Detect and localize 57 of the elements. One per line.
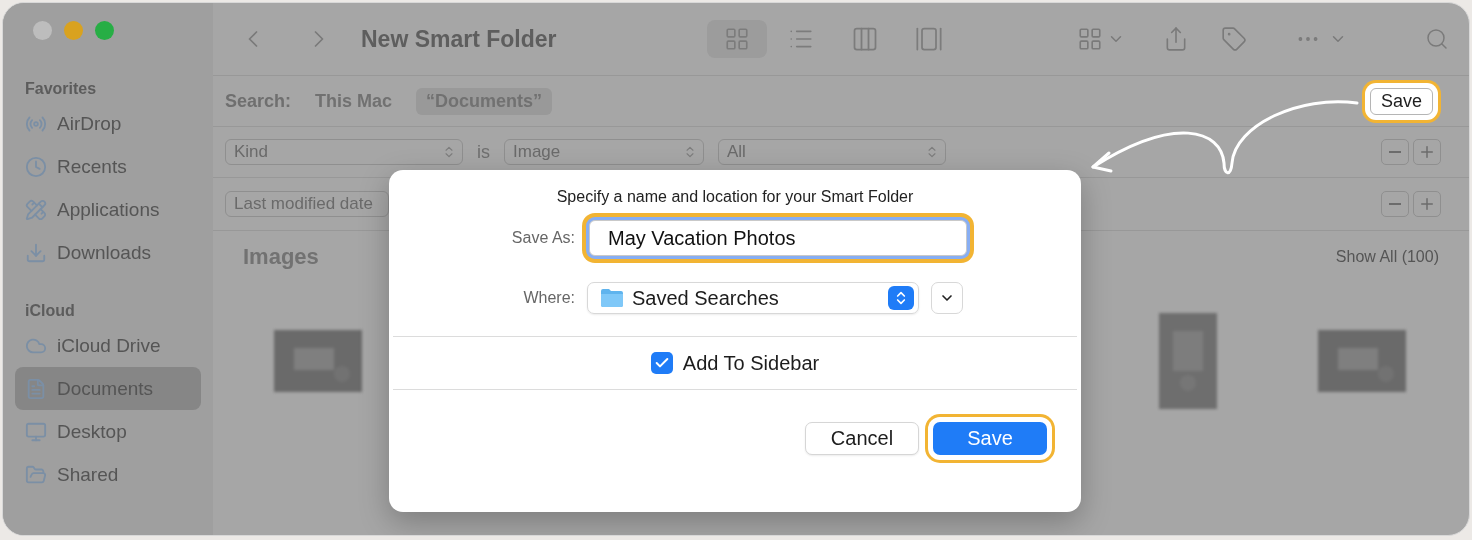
- sidebar-item[interactable]: Desktop: [15, 410, 201, 453]
- cancel-button[interactable]: Cancel: [805, 422, 919, 455]
- sidebar-heading: iCloud: [24, 302, 76, 320]
- sidebar-item[interactable]: iCloud Drive: [15, 324, 201, 367]
- attribute-popup[interactable]: Kind: [225, 139, 463, 165]
- where-label: Where:: [522, 289, 575, 307]
- sidebar-item[interactable]: Downloads: [15, 231, 201, 274]
- sidebar-item[interactable]: Recents: [15, 145, 201, 188]
- sidebar-item[interactable]: Shared: [15, 453, 201, 496]
- sidebar-label: Desktop: [57, 420, 127, 443]
- pencil-ruler-icon: [25, 198, 47, 221]
- sidebar-label: iCloud Drive: [57, 334, 161, 357]
- sidebar-label: Applications: [57, 198, 160, 221]
- stepper-icon: [888, 286, 914, 310]
- group-icon[interactable]: [1077, 26, 1103, 52]
- remove-button[interactable]: [1381, 139, 1409, 165]
- sidebar-item[interactable]: Applications: [15, 188, 201, 231]
- checkbox-label: Add To Sidebar: [682, 351, 820, 375]
- sidebar-label: AirDrop: [57, 112, 122, 135]
- plus-icon: [1418, 195, 1436, 213]
- add-button[interactable]: [1413, 139, 1441, 165]
- remove-button[interactable]: [1381, 191, 1409, 217]
- window-title: New Smart Folder: [361, 25, 557, 53]
- folder-icon: [25, 463, 47, 486]
- value-popup[interactable]: Image: [504, 139, 704, 165]
- plus-icon: [1418, 143, 1436, 161]
- clock-icon: [25, 155, 47, 178]
- grid-icon: [724, 26, 750, 52]
- minus-icon: [1389, 203, 1401, 205]
- sidebar-label: Recents: [57, 155, 127, 178]
- sidebar-label: Downloads: [57, 241, 151, 264]
- columns-icon: [851, 25, 879, 53]
- sidebar-item[interactable]: AirDrop: [15, 102, 201, 145]
- attribute-popup[interactable]: Last modified date: [225, 191, 389, 217]
- icon-view-button[interactable]: [707, 20, 767, 58]
- dialog-title: Specify a name and location for your Smart Folder: [555, 188, 915, 206]
- sidebar-heading: Favorites: [24, 80, 98, 98]
- save-as-label: Save As:: [510, 229, 575, 247]
- show-all-link[interactable]: Show All (100): [1335, 248, 1439, 266]
- folder-icon: [600, 288, 624, 308]
- expand-button[interactable]: [931, 282, 963, 314]
- tag-icon[interactable]: [1221, 26, 1247, 52]
- monitor-icon: [25, 420, 47, 443]
- search-icon[interactable]: [1425, 27, 1449, 51]
- sidebar-checkbox[interactable]: [650, 352, 673, 374]
- gallery-icon: [915, 25, 943, 53]
- name-field[interactable]: May Vacation Photos: [589, 220, 967, 256]
- minus-icon: [1389, 151, 1401, 153]
- add-button[interactable]: [1413, 191, 1441, 217]
- minimize-light[interactable]: [64, 21, 83, 40]
- close-light[interactable]: [33, 21, 52, 40]
- sidebar-label: Shared: [57, 463, 119, 486]
- document-icon: [25, 377, 47, 400]
- download-icon: [25, 241, 47, 264]
- zoom-light[interactable]: [95, 21, 114, 40]
- location-popup[interactable]: Saved Searches: [587, 282, 919, 314]
- detail-popup[interactable]: All: [718, 139, 946, 165]
